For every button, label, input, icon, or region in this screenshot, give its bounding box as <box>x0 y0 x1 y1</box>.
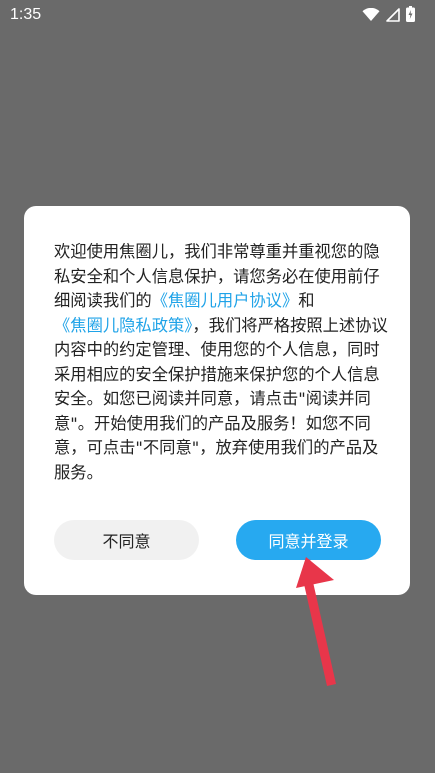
status-icons <box>362 6 415 26</box>
battery-charging-icon <box>406 6 415 26</box>
privacy-policy-link[interactable]: 《焦圈儿隐私政策》 <box>54 316 192 335</box>
wifi-icon <box>362 7 380 26</box>
disagree-button[interactable]: 不同意 <box>54 520 199 560</box>
signal-icon <box>386 7 400 26</box>
status-bar: 1:35 <box>0 0 435 30</box>
user-agreement-link[interactable]: 《焦圈儿用户协议》 <box>152 291 299 310</box>
consent-text-and: 和 <box>298 291 315 310</box>
consent-text-body: ，我们将严格按照上述协议内容中的约定管理、使用您的个人信息，同时采用相应的安全保… <box>54 315 388 482</box>
privacy-consent-dialog: 欢迎使用焦圈儿，我们非常尊重并重视您的隐私安全和个人信息保护，请您务必在使用前仔… <box>24 206 410 595</box>
privacy-consent-text: 欢迎使用焦圈儿，我们非常尊重并重视您的隐私安全和个人信息保护，请您务必在使用前仔… <box>54 240 390 485</box>
status-time: 1:35 <box>10 6 42 23</box>
agree-and-login-button[interactable]: 同意并登录 <box>236 520 381 560</box>
